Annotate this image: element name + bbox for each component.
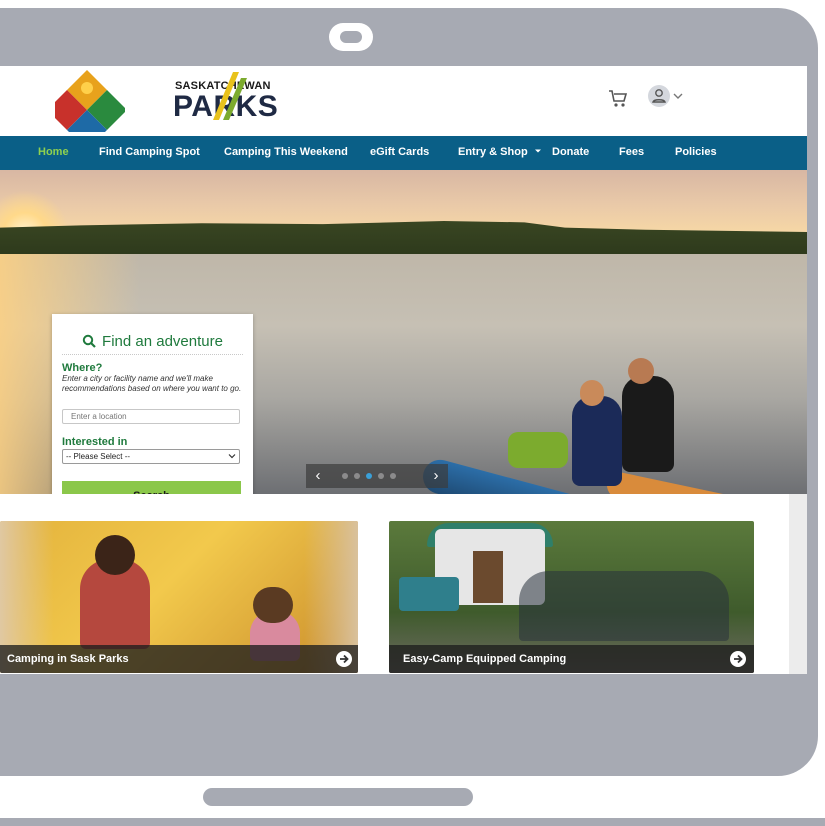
carousel-controls: ‹ › — [306, 464, 448, 488]
caret-down-icon — [534, 149, 541, 153]
paddler-woman — [572, 396, 622, 486]
carousel-dot[interactable] — [342, 473, 348, 479]
card-caption-bar: Camping in Sask Parks — [0, 645, 358, 673]
nav-fees[interactable]: Fees — [619, 146, 644, 158]
account-avatar[interactable] — [648, 85, 670, 107]
card-title: Camping in Sask Parks — [7, 653, 129, 665]
carousel-dot[interactable] — [354, 473, 360, 479]
card-title: Easy-Camp Equipped Camping — [403, 653, 567, 665]
carousel-dot[interactable] — [390, 473, 396, 479]
feature-card-easy-camp[interactable]: Easy-Camp Equipped Camping — [389, 521, 754, 673]
nav-policies[interactable]: Policies — [675, 146, 717, 158]
interest-select-value: -- Please Select -- — [66, 452, 131, 461]
interest-label: Interested in — [62, 436, 128, 448]
where-help-text: Enter a city or facility name and we'll … — [62, 374, 242, 393]
laptop-base-edge — [0, 818, 825, 826]
nav-egift-cards[interactable]: eGift Cards — [370, 146, 429, 158]
camper-woman-head — [95, 535, 135, 575]
finder-divider — [62, 354, 243, 355]
carousel-dot[interactable] — [378, 473, 384, 479]
webcam — [329, 23, 373, 51]
carousel-prev-button[interactable]: ‹ — [312, 467, 324, 485]
finder-title-text: Find an adventure — [102, 333, 223, 350]
laptop-frame: SASKATCHEWAN PARKS Home Find Camping Spo… — [0, 0, 825, 826]
nav-find-camping-spot[interactable]: Find Camping Spot — [99, 146, 200, 158]
card-link-button[interactable] — [730, 651, 746, 667]
feature-card-camping[interactable]: Camping in Sask Parks — [0, 521, 358, 673]
find-adventure-panel: Find an adventure Where? Enter a city or… — [52, 314, 253, 494]
user-icon — [652, 89, 666, 103]
main-nav: Home Find Camping Spot Camping This Week… — [0, 136, 807, 170]
chevron-down-icon[interactable] — [672, 90, 684, 102]
yurt-door — [473, 551, 503, 603]
carousel-next-button[interactable]: › — [430, 467, 442, 485]
card-link-button[interactable] — [336, 651, 352, 667]
carousel-dot-active[interactable] — [366, 473, 372, 479]
search-button[interactable]: Search — [62, 481, 241, 494]
hero-banner: Find an adventure Where? Enter a city or… — [0, 170, 807, 494]
nav-entry-shop[interactable]: Entry & Shop — [458, 146, 542, 158]
adirondack-chairs — [399, 577, 459, 611]
where-label: Where? — [62, 362, 103, 374]
arrow-right-icon — [340, 654, 349, 664]
paddler-man-head — [628, 358, 654, 384]
location-input[interactable] — [62, 409, 240, 424]
family-group — [519, 571, 729, 641]
laptop-trackpad — [203, 788, 473, 806]
interest-select[interactable]: -- Please Select -- — [62, 449, 240, 464]
nav-home[interactable]: Home — [38, 146, 69, 158]
wheat-stripes-icon — [213, 72, 247, 120]
site-logo[interactable]: SASKATCHEWAN PARKS — [47, 68, 278, 150]
paddler-man — [622, 376, 674, 472]
parks-emblem-icon — [47, 70, 127, 150]
dry-bag — [508, 432, 568, 468]
chevron-down-icon — [228, 454, 236, 459]
card-caption-bar: Easy-Camp Equipped Camping — [389, 645, 754, 673]
cart-icon[interactable] — [607, 87, 629, 109]
page-scrollbar[interactable] — [789, 494, 807, 674]
camper-child-head — [253, 587, 293, 623]
nav-donate[interactable]: Donate — [552, 146, 589, 158]
finder-title: Find an adventure — [52, 333, 253, 350]
nav-entry-shop-label: Entry & Shop — [458, 146, 528, 158]
search-icon — [82, 334, 96, 348]
arrow-right-icon — [734, 654, 743, 664]
nav-camping-this-weekend[interactable]: Camping This Weekend — [224, 146, 348, 158]
site-header: SASKATCHEWAN PARKS — [0, 66, 807, 150]
paddler-woman-head — [580, 380, 604, 406]
